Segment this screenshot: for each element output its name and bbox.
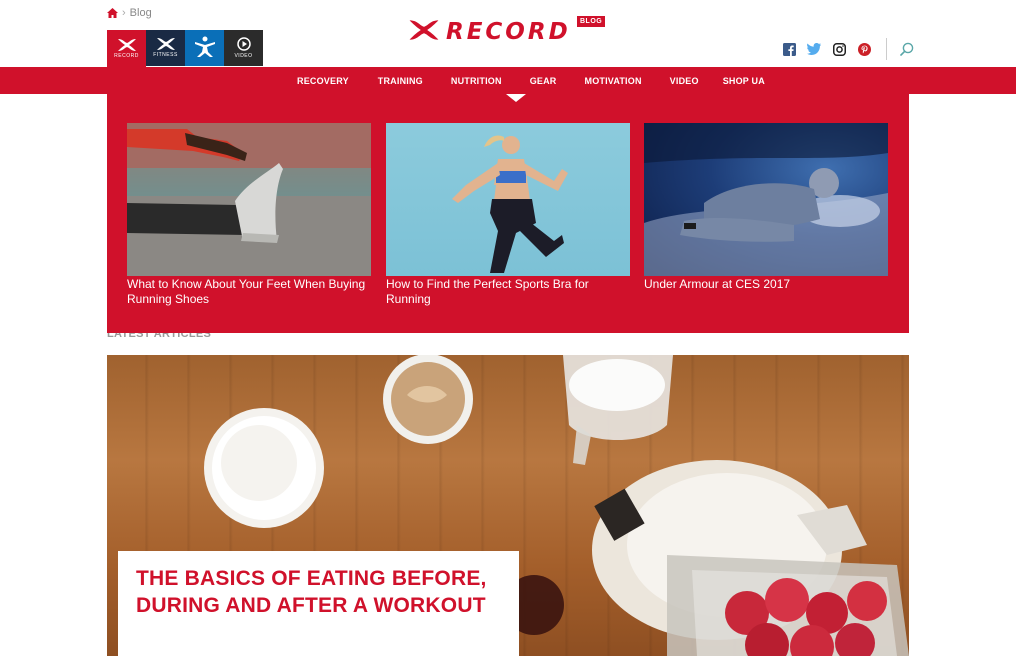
app-tile-fitness[interactable]: FITNESS: [146, 30, 185, 66]
ua-logo-icon: [408, 19, 440, 45]
hero-title-card[interactable]: THE BASICS OF EATING BEFORE, DURING AND …: [118, 551, 519, 656]
nav-item-gear[interactable]: GEAR: [530, 76, 557, 86]
active-nav-caret: [506, 94, 526, 102]
dropdown-card-caption[interactable]: Under Armour at CES 2017: [644, 277, 888, 292]
article-thumbnail: [644, 123, 888, 276]
site-logo[interactable]: RECORD BLOG: [408, 16, 606, 47]
app-switcher: RECORD FITNESS VIDEO: [107, 30, 263, 68]
logo-wordmark: RECORD: [446, 18, 571, 45]
app-tile-myfitnesspal[interactable]: [185, 30, 224, 66]
mfp-figure-icon: [194, 36, 215, 57]
hero-title[interactable]: THE BASICS OF EATING BEFORE, DURING AND …: [136, 565, 501, 619]
dropdown-card-caption[interactable]: How to Find the Perfect Sports Bra for R…: [386, 277, 630, 307]
breadcrumb: › Blog: [107, 7, 152, 19]
ua-logo-icon: [156, 38, 175, 50]
nav-item-training[interactable]: TRAINING: [378, 76, 423, 86]
gear-dropdown-menu: What to Know About Your Feet When Buying…: [107, 94, 909, 333]
nav-item-shop-ua[interactable]: SHOP UA: [723, 76, 765, 86]
hero-article[interactable]: THE BASICS OF EATING BEFORE, DURING AND …: [107, 355, 909, 656]
nav-item-recovery[interactable]: RECOVERY: [297, 76, 349, 86]
divider: [886, 38, 887, 60]
app-tile-label: RECORD: [114, 53, 139, 59]
nav-item-motivation[interactable]: MOTIVATION: [585, 76, 642, 86]
facebook-icon[interactable]: [782, 42, 796, 56]
dropdown-card[interactable]: What to Know About Your Feet When Buying…: [127, 123, 371, 307]
logo-badge: BLOG: [577, 16, 606, 27]
instagram-icon[interactable]: [832, 42, 846, 56]
dropdown-card[interactable]: How to Find the Perfect Sports Bra for R…: [386, 123, 630, 307]
breadcrumb-current[interactable]: Blog: [130, 7, 152, 19]
dropdown-card-caption[interactable]: What to Know About Your Feet When Buying…: [127, 277, 371, 307]
app-tile-label: FITNESS: [153, 52, 178, 58]
search-icon[interactable]: [900, 42, 914, 56]
app-tile-label: VIDEO: [234, 53, 253, 59]
chevron-right-icon: ›: [122, 7, 126, 19]
main-nav: RECOVERY TRAINING NUTRITION GEAR MOTIVAT…: [0, 67, 1016, 94]
social-links: [782, 38, 914, 60]
app-tile-video[interactable]: VIDEO: [224, 30, 263, 66]
nav-item-nutrition[interactable]: NUTRITION: [451, 76, 502, 86]
twitter-icon[interactable]: [807, 42, 821, 56]
ua-logo-icon: [117, 39, 136, 51]
article-thumbnail: [127, 123, 371, 276]
pinterest-icon[interactable]: [857, 42, 871, 56]
home-icon[interactable]: [107, 8, 118, 18]
dropdown-card[interactable]: Under Armour at CES 2017: [644, 123, 888, 292]
play-icon: [236, 37, 251, 51]
article-thumbnail: [386, 123, 630, 276]
app-tile-record[interactable]: RECORD: [107, 30, 146, 68]
nav-item-video[interactable]: VIDEO: [670, 76, 699, 86]
